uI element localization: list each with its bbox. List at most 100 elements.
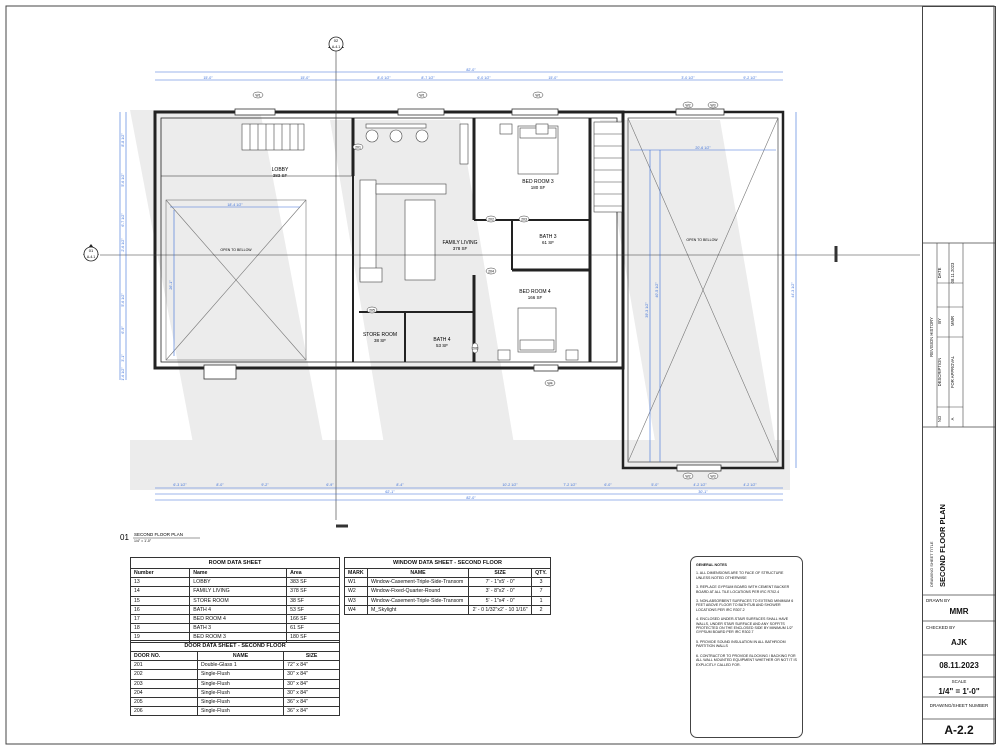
cell: 2' - 0 1/32"x2' - 10 1/16" xyxy=(468,604,533,615)
window-data-sheet: WINDOW DATA SHEET - SECOND FLOOR MARK NA… xyxy=(344,557,551,615)
svg-text:W2: W2 xyxy=(685,475,690,479)
svg-text:W1: W1 xyxy=(255,94,260,98)
cell: 5' - 1"x4' - 0" xyxy=(468,595,533,606)
rev-header: NO xyxy=(937,415,942,422)
svg-text:62'-1": 62'-1" xyxy=(385,490,395,494)
sheet-number-label: DRAWING/SHEET NUMBER xyxy=(929,703,989,708)
svg-text:6'-9": 6'-9" xyxy=(326,483,334,487)
cell: 2 xyxy=(531,604,551,615)
cell: Single-Flush xyxy=(196,687,285,698)
cell: BATH 3 xyxy=(189,623,288,634)
col-header: MARK xyxy=(344,567,368,579)
cell: 72" x 84" xyxy=(283,660,340,671)
svg-text:202: 202 xyxy=(488,218,494,222)
cell: BED ROOM 4 xyxy=(189,613,288,625)
cell: 30" x 84" xyxy=(283,687,340,698)
svg-text:10'-2 1/2": 10'-2 1/2" xyxy=(502,483,518,487)
cell: Double-Glass 1 xyxy=(196,660,285,671)
table-row: 201 Double-Glass 1 72" x 84" xyxy=(130,660,340,671)
svg-text:18'-4 1/2": 18'-4 1/2" xyxy=(227,203,243,207)
svg-text:38 SF: 38 SF xyxy=(374,338,386,343)
svg-text:6'-9": 6'-9" xyxy=(121,326,125,334)
cell: M_Skylight xyxy=(366,604,470,615)
svg-text:40'-5 1/2": 40'-5 1/2" xyxy=(655,282,659,298)
cell: 15 xyxy=(129,595,191,606)
cell: 30" x 84" xyxy=(283,669,340,680)
cell: Window-Casement-Triple-Side-Transom xyxy=(366,577,470,588)
col-header: Area xyxy=(286,567,340,579)
table-row: W4 M_Skylight 2' - 0 1/32"x2' - 10 1/16" 2 xyxy=(344,604,551,615)
cell: BATH 4 xyxy=(189,604,288,615)
svg-text:7'-2 1/2": 7'-2 1/2" xyxy=(563,483,577,487)
col-header: SIZE xyxy=(283,650,340,662)
svg-text:W4: W4 xyxy=(547,382,552,386)
note-item: 4. ENCLOSED UNDER-STAIR SURFACES SHALL H… xyxy=(696,617,793,635)
col-header: NAME xyxy=(366,567,470,579)
general-notes: GENERAL NOTES 1. ALL DIMENSIONS ARE TO F… xyxy=(690,556,803,738)
svg-text:8'-8 1/2": 8'-8 1/2" xyxy=(121,133,125,147)
svg-text:6'-3 1/2": 6'-3 1/2" xyxy=(173,483,187,487)
door-sheet-title: DOOR DATA SHEET - SECOND FLOOR xyxy=(130,640,340,651)
cell: 3 xyxy=(531,577,551,588)
rev-header: DESCRIPTION xyxy=(937,358,942,387)
table-row: 203 Single-Flush 30" x 84" xyxy=(130,678,340,689)
svg-text:5'-0": 5'-0" xyxy=(651,483,659,487)
table-row: 204 Single-Flush 30" x 84" xyxy=(130,687,340,698)
svg-text:8'-4": 8'-4" xyxy=(396,483,404,487)
cell: 206 xyxy=(130,706,198,717)
svg-text:180 SF: 180 SF xyxy=(531,185,546,190)
svg-text:A-4.1: A-4.1 xyxy=(87,255,95,259)
room-data-sheet: ROOM DATA SHEET Number Name Area 13 LOBBY… xyxy=(129,557,340,643)
cell: 38 SF xyxy=(286,595,340,606)
svg-text:01: 01 xyxy=(89,248,94,253)
cell: 1 xyxy=(531,595,551,606)
svg-text:15'-0": 15'-0" xyxy=(203,76,213,80)
svg-text:W2: W2 xyxy=(685,104,690,108)
rev-cell: A xyxy=(950,417,955,420)
col-header: DOOR NO. xyxy=(130,650,198,662)
svg-text:4'-2 1/2": 4'-2 1/2" xyxy=(693,483,707,487)
svg-text:6'-7 1/2": 6'-7 1/2" xyxy=(121,213,125,227)
drawn-by: MMR xyxy=(949,607,969,616)
scale-label: SCALE xyxy=(951,679,967,684)
rev-header: DATE xyxy=(937,267,942,278)
drawing-title-label: DRAWING SHEET TITLE xyxy=(929,541,934,587)
stairs-right xyxy=(593,121,625,213)
col-header: NAME xyxy=(196,650,285,662)
col-header: Number xyxy=(129,567,191,579)
table-row: 206 Single-Flush 36" x 84" xyxy=(130,706,340,717)
cell: W3 xyxy=(344,595,368,606)
cell: Single-Flush xyxy=(196,669,285,680)
svg-text:3'-1": 3'-1" xyxy=(121,354,125,362)
col-header: QTY. xyxy=(531,567,551,579)
table-row: 15 STORE ROOM 38 SF xyxy=(129,595,340,606)
svg-text:1/4" = 1'-0": 1/4" = 1'-0" xyxy=(134,539,152,543)
cell: 383 SF xyxy=(286,577,340,588)
background-hatch xyxy=(130,110,790,490)
note-item: 3. REPLACE GYPSUM BOARD WITH CEMENT BACK… xyxy=(696,585,790,594)
section-marker-left: 01 A-4.1 xyxy=(83,244,99,262)
svg-text:203: 203 xyxy=(521,218,527,222)
cell: 378 SF xyxy=(286,586,340,597)
svg-text:82'-0": 82'-0" xyxy=(466,68,476,72)
svg-text:20'-6 1/2": 20'-6 1/2" xyxy=(695,146,711,150)
cell: 53 SF xyxy=(286,604,340,615)
note-item: 3. NON-ABSORBENT SURFACES TO EXTEND MINI… xyxy=(696,599,794,612)
drawing-title: SECOND FLOOR PLAN xyxy=(938,504,947,587)
cell: Single-Flush xyxy=(196,678,285,689)
svg-text:5'-6 1/2": 5'-6 1/2" xyxy=(121,293,125,307)
cell: 166 SF xyxy=(286,613,340,625)
cell: 14 xyxy=(129,586,191,597)
rev-cell: 08.11.2023 xyxy=(950,262,955,283)
cell: 7 xyxy=(531,586,551,597)
table-row: 205 Single-Flush 36" x 84" xyxy=(130,696,340,708)
svg-text:02: 02 xyxy=(334,38,339,43)
cell: 203 xyxy=(130,678,198,689)
svg-text:15'-0": 15'-0" xyxy=(548,76,558,80)
svg-text:201: 201 xyxy=(355,146,361,150)
cell: 18 xyxy=(129,623,191,634)
svg-text:W1: W1 xyxy=(419,94,424,98)
table-row: 14 FAMILY LIVING 378 SF xyxy=(129,586,340,597)
svg-text:A-4.1: A-4.1 xyxy=(332,45,340,49)
svg-text:8'-0 1/2": 8'-0 1/2" xyxy=(377,76,391,80)
